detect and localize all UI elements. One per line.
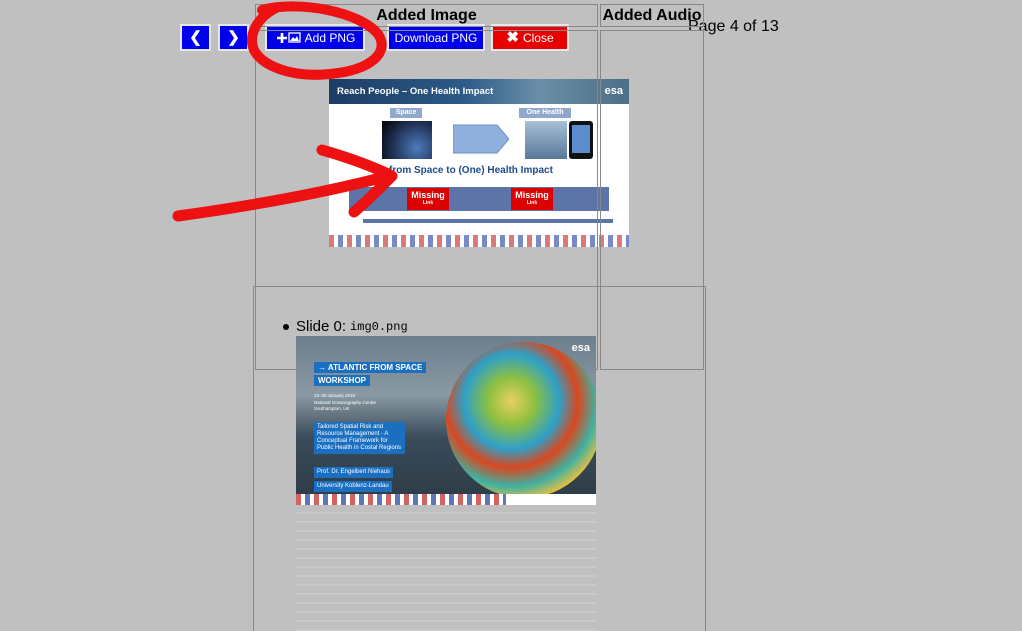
slide-label: Slide 0: bbox=[296, 318, 347, 335]
workshop-date: 23–25 January 2019 bbox=[314, 393, 356, 398]
added-audio-cell bbox=[600, 30, 704, 370]
earth-globe-image bbox=[446, 342, 596, 498]
workshop-venue-2: Southampton, UK bbox=[314, 406, 350, 411]
bullet-icon bbox=[283, 323, 289, 330]
affiliation: University Koblenz-Landau bbox=[314, 481, 392, 492]
previous-page-button[interactable]: ❮ bbox=[180, 24, 211, 51]
next-page-button[interactable]: ❯ bbox=[218, 24, 249, 51]
esa-logo: esa bbox=[571, 342, 590, 354]
chevron-right-icon: ❯ bbox=[227, 29, 240, 46]
added-audio-header: Added Audio bbox=[600, 4, 704, 27]
workshop-title-line2: WORKSHOP bbox=[314, 375, 370, 386]
loading-next-thumbnail bbox=[296, 512, 596, 631]
page: ❮ ❯ Add PNG Download PNG ✖ Close Page 4 … bbox=[0, 0, 1022, 631]
flags-strip bbox=[296, 494, 596, 505]
talk-title: Tailored Spatial Risk and Resource Manag… bbox=[314, 422, 405, 454]
added-image-header: Added Image bbox=[255, 4, 598, 27]
speaker-name: Prof. Dr. Engelbert Niehaus bbox=[314, 467, 394, 478]
slide-0-thumbnail[interactable]: esa → ATLANTIC FROM SPACE WORKSHOP 23–25… bbox=[296, 336, 596, 505]
chevron-left-icon: ❮ bbox=[189, 29, 202, 46]
workshop-title-line1: → ATLANTIC FROM SPACE bbox=[314, 362, 427, 373]
slide-filename: img0.png bbox=[350, 319, 408, 334]
list-item: Slide 0: img0.png bbox=[283, 318, 408, 335]
